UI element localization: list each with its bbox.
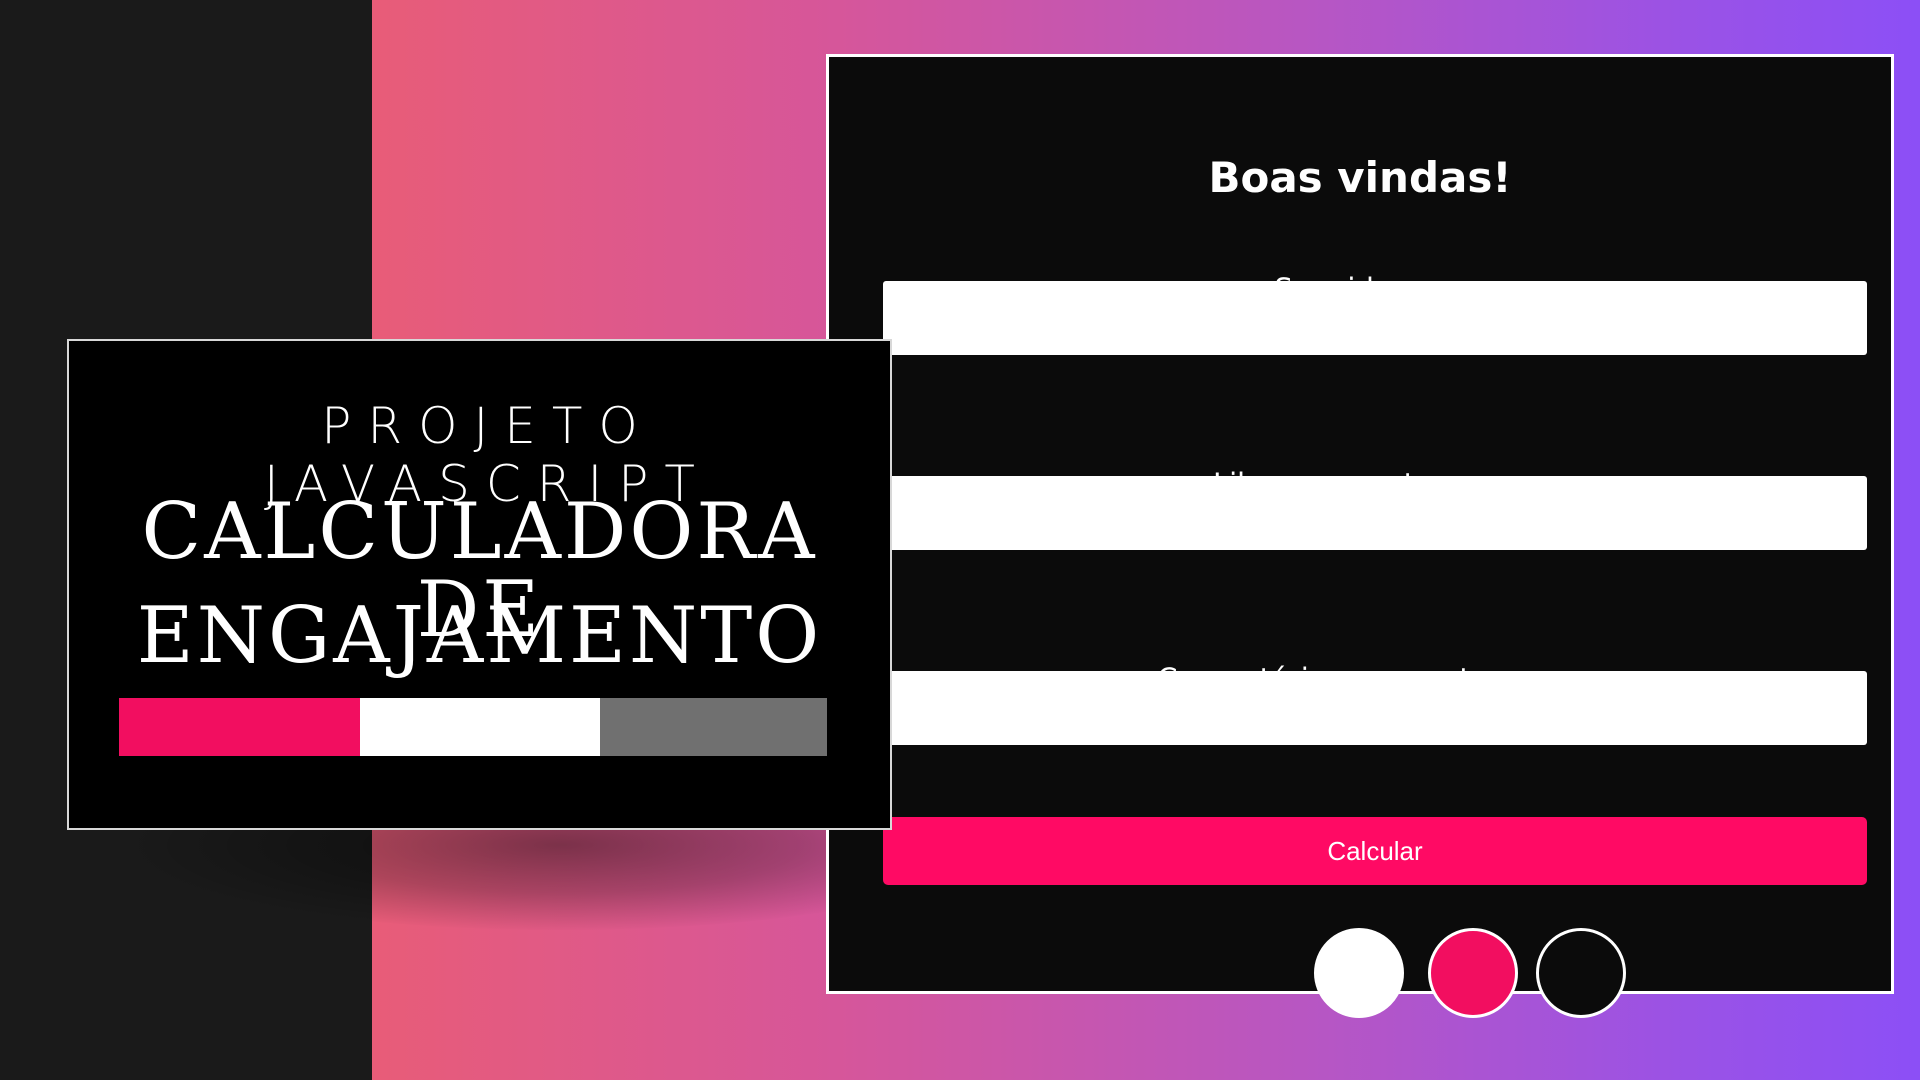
engagement-form: Boas vindas! Seguidores: Likes por posta… [826, 54, 1894, 994]
form-title: Boas vindas! [1208, 153, 1512, 202]
comments-input[interactable] [883, 671, 1867, 745]
color-bar-gray [600, 698, 827, 756]
swatch-black [1536, 928, 1626, 1018]
color-bar-pink [119, 698, 360, 756]
followers-input[interactable] [883, 281, 1867, 355]
color-bar-white [360, 698, 600, 756]
project-title-line-2: ENGAJAMENTO [136, 591, 823, 681]
calculate-button[interactable]: Calcular [883, 817, 1867, 885]
likes-input[interactable] [883, 476, 1867, 550]
swatch-pink [1428, 928, 1518, 1018]
thumbnail-canvas: Boas vindas! Seguidores: Likes por posta… [0, 0, 1920, 1080]
project-title-card: PROJETO JAVASCRIPT CALCULADORA DE ENGAJA… [67, 339, 892, 830]
swatch-white [1314, 928, 1404, 1018]
